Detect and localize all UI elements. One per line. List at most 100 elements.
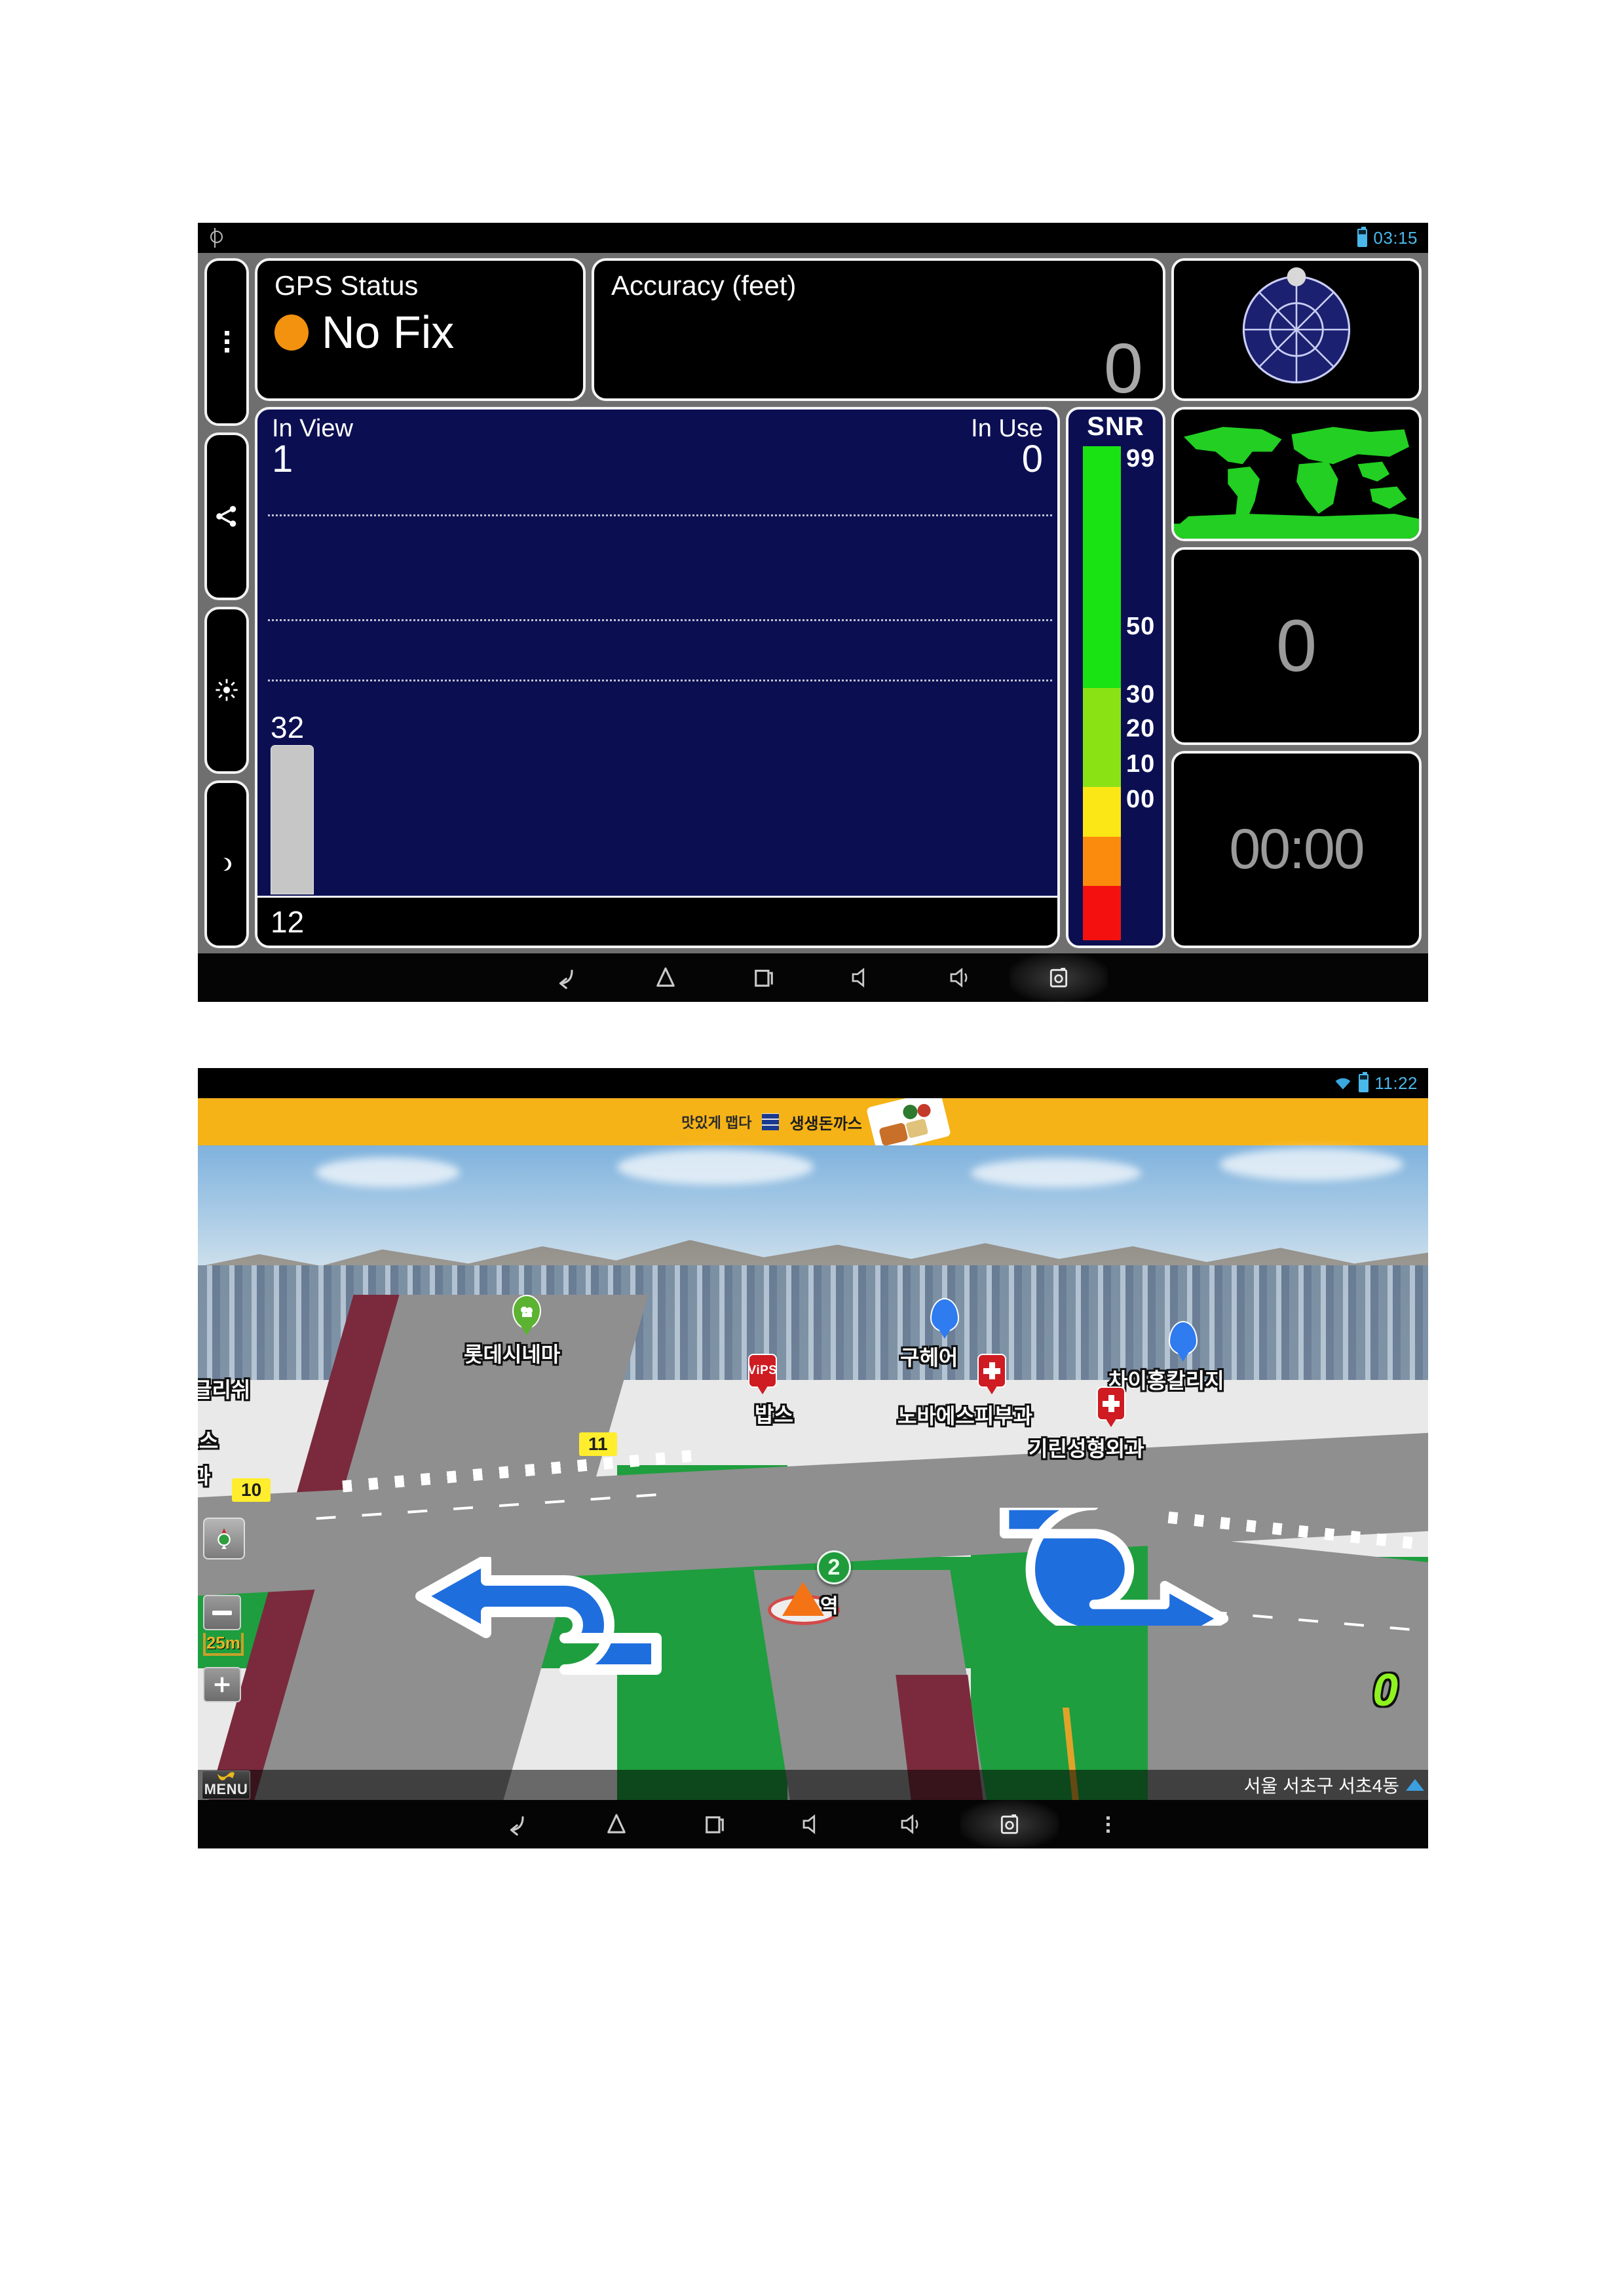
subway-station-label: 역 — [820, 1596, 839, 1617]
snr-tick: 30 — [1126, 681, 1156, 708]
battery-icon — [1359, 1072, 1369, 1092]
menu-label: MENU — [204, 1781, 248, 1797]
poi-nova-dermatology[interactable]: 노바에스피부과 — [897, 1354, 1112, 1428]
navigation-map[interactable]: 맛있게 맵다 생생돈까스 글리쉬 스 과 롯데시네마 ViPS 밥스 구헤어 차… — [198, 1098, 1428, 1800]
gps-top-cards: GPS Status No Fix Accuracy (feet) 0 — [255, 258, 1165, 401]
in-use-value: 0 — [1021, 438, 1043, 480]
android-navbar — [198, 1800, 1428, 1848]
volume-up-button[interactable] — [862, 1800, 960, 1848]
back-icon — [559, 969, 573, 989]
share-button[interactable] — [204, 432, 249, 600]
screenshot-icon — [1000, 1814, 1019, 1834]
ad-food-photo — [868, 1098, 949, 1145]
poi-cut-2[interactable]: 과 — [198, 1460, 210, 1490]
accuracy-value: 0 — [1103, 328, 1143, 401]
gps-center-button[interactable] — [203, 1518, 245, 1559]
gps-status-card[interactable]: GPS Status No Fix — [255, 258, 586, 401]
chart-gridline — [268, 679, 1052, 681]
gps-chart-row: In View 1 In Use 0 32 12 SNR 99 50 30 20… — [255, 407, 1165, 948]
recents-icon — [706, 1816, 724, 1833]
gps-status-screenshot: 03:15 GPS Status No Fix Accuracy (feet) … — [198, 223, 1428, 1002]
status-clock: 03:15 — [1373, 227, 1418, 248]
recents-button[interactable] — [715, 953, 813, 1002]
poi-geulrish[interactable]: 글리쉬 — [198, 1373, 250, 1404]
map-scale-value: 25m — [203, 1633, 244, 1656]
navigation-screenshot: 11:22 맛있게 맵다 생생돈까스 글리쉬 스 과 롯데시네마 ViPS 밥스… — [198, 1068, 1428, 1848]
ad-banner[interactable]: 맛있게 맵다 생생돈까스 — [198, 1098, 1428, 1145]
gps-widget-column: 0 00:00 — [1171, 258, 1422, 948]
gps-marker-icon — [203, 1518, 245, 1559]
menu-button[interactable]: MENU — [202, 1770, 250, 1799]
vips-pin-icon: ViPS — [748, 1354, 777, 1388]
current-location[interactable]: 서울 서초구 서초4동 — [1244, 1772, 1424, 1798]
nav-bottom-bar: MENU 서울 서초구 서초4동 — [198, 1770, 1428, 1800]
poi-gu-hair[interactable]: 구헤어 — [900, 1298, 988, 1369]
poi-kirin-surgery[interactable]: 기린성형외과 — [1029, 1387, 1213, 1461]
back-button[interactable] — [469, 1800, 567, 1848]
accuracy-card[interactable]: Accuracy (feet) 0 — [592, 258, 1165, 401]
volume-up-button[interactable] — [911, 953, 1010, 1002]
back-button[interactable] — [518, 953, 616, 1002]
volume-up-icon — [901, 1814, 918, 1835]
satellite-chart-footer: 12 — [257, 896, 1057, 946]
screenshot-button[interactable] — [1010, 953, 1108, 1002]
sky-plot-widget[interactable] — [1171, 258, 1422, 401]
sky-plot-radar — [1242, 267, 1351, 384]
brightness-button[interactable] — [204, 606, 249, 775]
poi-label: 기린성형외과 — [1029, 1437, 1144, 1461]
battery-icon — [1357, 227, 1368, 247]
speed-value: 0 — [1275, 604, 1317, 687]
nav-status-clock: 11:22 — [1374, 1073, 1418, 1093]
poi-vips[interactable]: ViPS 밥스 — [748, 1354, 793, 1426]
expand-up-icon — [1406, 1779, 1424, 1791]
overflow-button[interactable] — [1059, 1800, 1157, 1848]
status-indicator-dot — [274, 314, 309, 351]
satellite-chart[interactable]: In View 1 In Use 0 32 12 — [255, 407, 1060, 948]
turn-right-arrow-icon — [1000, 1508, 1229, 1626]
highway-badge-11: 11 — [579, 1432, 617, 1456]
clouds — [198, 1145, 1428, 1244]
cinema-pin-icon — [512, 1295, 541, 1329]
satellite-bars: 32 — [267, 712, 1057, 894]
recents-button[interactable] — [666, 1800, 764, 1848]
zoom-out-button[interactable] — [203, 1595, 241, 1630]
world-map — [1174, 410, 1419, 539]
poi-label: 노바에스피부과 — [897, 1404, 1033, 1428]
screenshot-button[interactable] — [960, 1800, 1059, 1848]
timer-widget[interactable]: 00:00 — [1171, 750, 1422, 948]
volume-down-button[interactable] — [813, 953, 911, 1002]
highway-badge-10: 10 — [232, 1478, 271, 1502]
overflow-menu-button[interactable] — [204, 258, 249, 426]
nav-status-bar: 11:22 — [198, 1068, 1428, 1098]
gps-status-bar: 03:15 — [198, 223, 1428, 253]
chart-gridline — [268, 619, 1052, 621]
night-mode-button[interactable] — [204, 780, 249, 948]
home-button[interactable] — [616, 953, 715, 1002]
gps-main-column: GPS Status No Fix Accuracy (feet) 0 In V… — [255, 258, 1165, 948]
satellite-footer-label: 12 — [271, 904, 305, 939]
snr-tick: 00 — [1126, 786, 1156, 813]
location-text: 서울 서초구 서초4동 — [1243, 1776, 1399, 1796]
location-pin-icon — [1169, 1321, 1198, 1355]
back-icon — [510, 1816, 524, 1836]
recents-icon — [755, 969, 773, 987]
three-dots-icon — [224, 331, 229, 353]
home-button[interactable] — [567, 1800, 666, 1848]
poi-label: 밥스 — [755, 1403, 793, 1426]
speed-widget[interactable]: 0 — [1171, 547, 1422, 745]
snr-segment-yellow — [1083, 787, 1121, 837]
poi-label: 1스 — [198, 1429, 219, 1453]
poi-cut-1[interactable]: 1스 — [198, 1425, 218, 1455]
snr-title: SNR — [1087, 412, 1144, 441]
snr-legend: SNR 99 50 30 20 10 00 — [1066, 407, 1165, 948]
volume-down-button[interactable] — [764, 1800, 862, 1848]
poi-lotte-cinema[interactable]: 롯데시네마 — [464, 1295, 609, 1366]
hospital-pin-icon — [1097, 1387, 1125, 1421]
satellite-bar — [271, 745, 314, 894]
snr-color-scale — [1083, 446, 1121, 940]
snr-segment-orange — [1083, 836, 1121, 887]
zoom-in-button[interactable] — [203, 1667, 241, 1702]
world-map-widget[interactable] — [1171, 407, 1422, 541]
snr-tick: 10 — [1126, 750, 1156, 778]
poi-chaihong-college[interactable]: 차이홍칼리지 — [1108, 1321, 1285, 1392]
